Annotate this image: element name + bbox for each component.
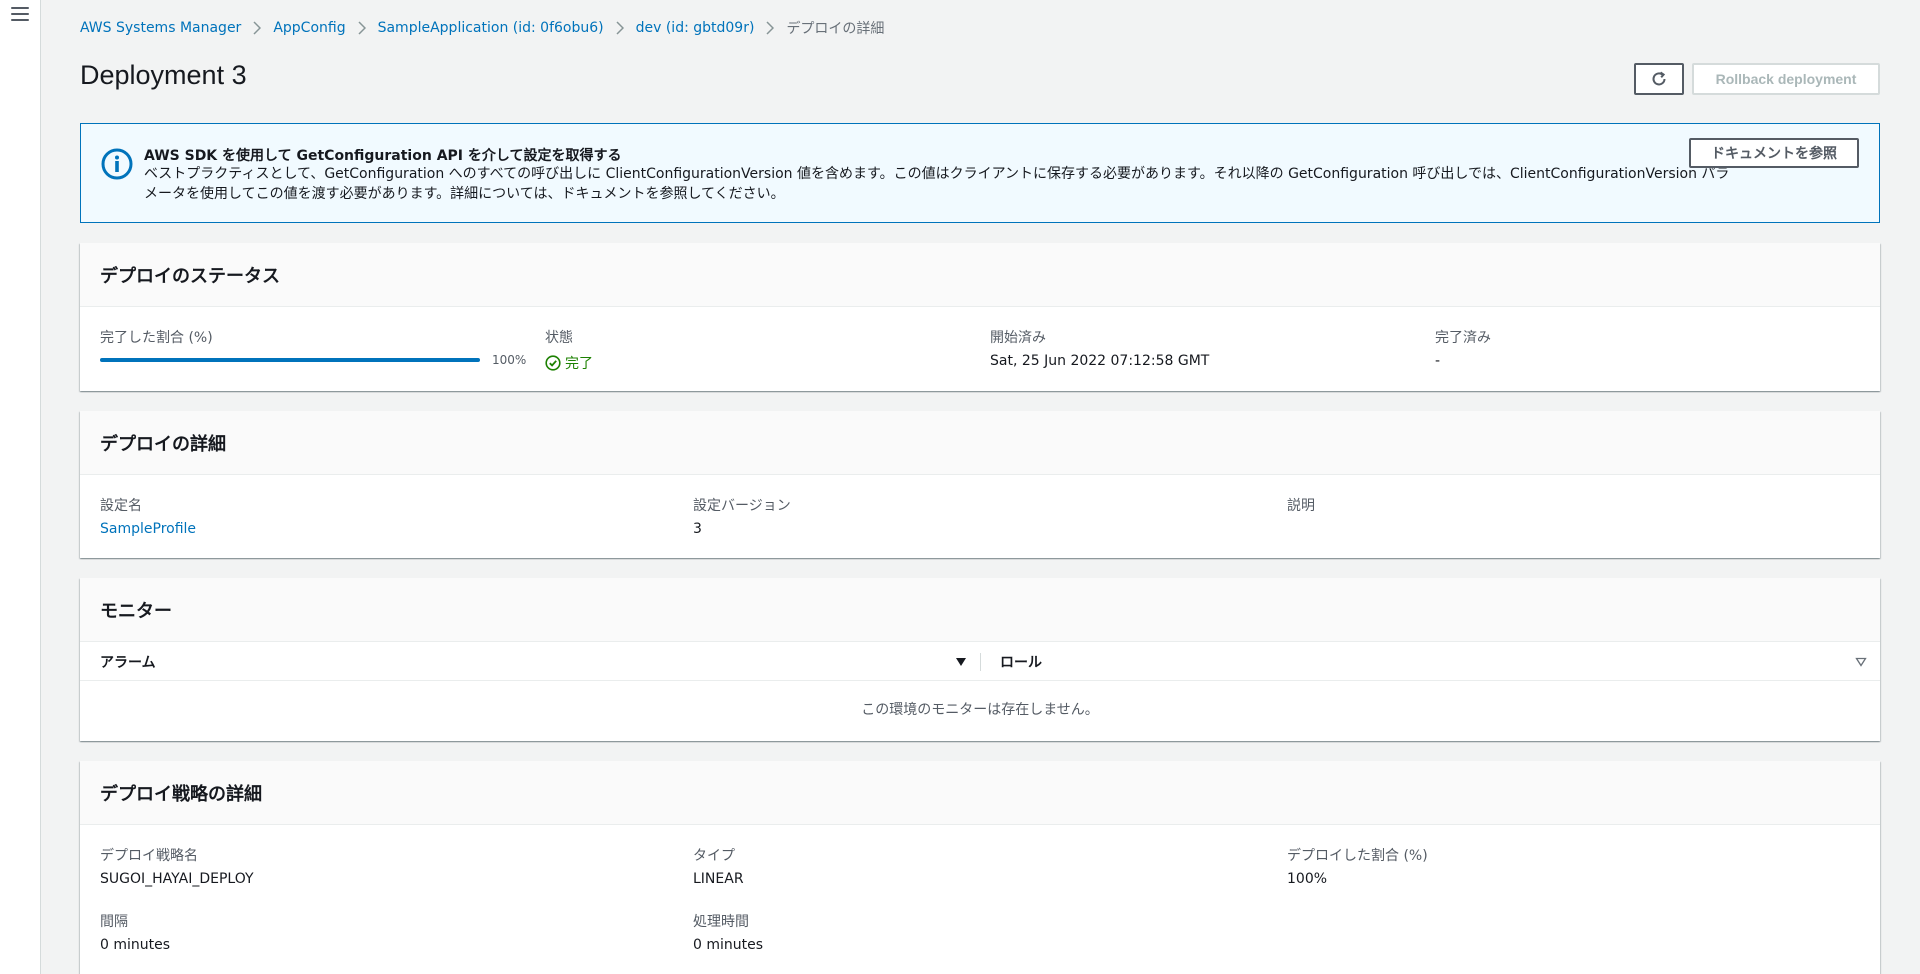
config-name-link[interactable]: SampleProfile: [100, 521, 196, 537]
strategy-name-value: SUGOI_HAYAI_DEPLOY: [100, 871, 254, 887]
deployed-percent-label: デプロイした割合 (%): [1287, 848, 1428, 864]
success-check-icon: [545, 355, 561, 371]
deployment-strategy-panel: デプロイ戦略の詳細 デプロイ戦略名 SUGOI_HAYAI_DEPLOY タイプ…: [80, 761, 1880, 974]
sort-unsorted-icon[interactable]: [1855, 656, 1867, 668]
panel-header: デプロイ戦略の詳細: [80, 761, 1880, 825]
panel-title: デプロイ戦略の詳細: [100, 783, 262, 805]
strategy-name-label: デプロイ戦略名: [100, 848, 198, 864]
panel-title: モニター: [100, 600, 172, 622]
completed-label: 完了済み: [1435, 330, 1491, 346]
column-header-role[interactable]: ロール: [1000, 643, 1042, 681]
breadcrumb-application[interactable]: SampleApplication (id: 0f6obu6): [378, 20, 604, 36]
page-title: Deployment 3: [80, 60, 247, 90]
breadcrumb-current: デプロイの詳細: [786, 21, 885, 37]
breadcrumb: AWS Systems Manager AppConfig SampleAppl…: [80, 18, 884, 38]
strategy-type-value: LINEAR: [693, 871, 744, 887]
info-icon: [101, 148, 133, 180]
started-label: 開始済み: [990, 330, 1046, 346]
breadcrumb-appconfig[interactable]: AppConfig: [273, 20, 345, 36]
completed-value: -: [1435, 353, 1441, 369]
info-flash-message: AWS SDK を使用して GetConfiguration API を介して設…: [80, 123, 1880, 223]
progress-bar: [100, 358, 480, 362]
state-text: 完了: [565, 356, 593, 372]
view-documentation-button[interactable]: ドキュメントを参照: [1689, 138, 1859, 168]
duration-value: 0 minutes: [693, 937, 764, 953]
progress-percent: 100%: [492, 353, 527, 367]
empty-state-message: この環境のモニターは存在しません。: [861, 702, 1099, 718]
panel-title: デプロイの詳細: [100, 433, 226, 455]
duration-label: 処理時間: [693, 914, 749, 930]
breadcrumb-environment[interactable]: dev (id: gbtd09r): [636, 20, 755, 36]
config-version-label: 設定バージョン: [693, 498, 791, 514]
state-value: 完了: [545, 353, 593, 373]
strategy-type-label: タイプ: [693, 848, 735, 864]
interval-label: 間隔: [100, 914, 128, 930]
panel-header: デプロイのステータス: [80, 243, 1880, 307]
panel-header: デプロイの詳細: [80, 411, 1880, 475]
interval-value: 0 minutes: [100, 937, 171, 953]
state-label: 状態: [545, 330, 573, 346]
refresh-button[interactable]: [1634, 63, 1684, 95]
chevron-right-icon: [358, 21, 366, 35]
deployed-percent-value: 100%: [1287, 871, 1328, 887]
column-divider[interactable]: [980, 653, 981, 671]
monitors-panel: モニター アラーム ロール この環境のモニターは存在しません。: [80, 578, 1880, 741]
header-actions: Rollback deployment: [1634, 63, 1880, 95]
flash-body: ベストプラクティスとして、GetConfiguration へのすべての呼び出し…: [144, 166, 1730, 202]
panel-header: モニター: [80, 578, 1880, 642]
panel-title: デプロイのステータス: [100, 265, 280, 287]
started-value: Sat, 25 Jun 2022 07:12:58 GMT: [990, 353, 1210, 369]
config-name-label: 設定名: [100, 498, 142, 514]
chevron-right-icon: [616, 21, 624, 35]
rollback-deployment-button[interactable]: Rollback deployment: [1692, 63, 1880, 95]
deployment-status-panel: デプロイのステータス 完了した割合 (%) 100% 状態 完了 開始済み Sa…: [80, 243, 1880, 391]
hamburger-menu-icon[interactable]: [11, 6, 29, 22]
side-navigation-rail: [0, 0, 41, 974]
flash-title: AWS SDK を使用して GetConfiguration API を介して設…: [144, 148, 622, 164]
chevron-right-icon: [253, 21, 262, 35]
description-label: 説明: [1287, 498, 1315, 514]
sort-descending-icon[interactable]: [955, 656, 967, 668]
column-header-alarm[interactable]: アラーム: [100, 643, 156, 681]
chevron-right-icon: [766, 21, 775, 35]
deployment-details-panel: デプロイの詳細 設定名 SampleProfile 設定バージョン 3 説明: [80, 411, 1880, 558]
progress-label: 完了した割合 (%): [100, 330, 213, 346]
table-header: アラーム ロール: [80, 643, 1880, 681]
config-version-value: 3: [693, 521, 702, 537]
progress-bar-fill: [100, 358, 480, 362]
refresh-icon: [1652, 71, 1666, 86]
breadcrumb-systems-manager[interactable]: AWS Systems Manager: [80, 20, 241, 36]
